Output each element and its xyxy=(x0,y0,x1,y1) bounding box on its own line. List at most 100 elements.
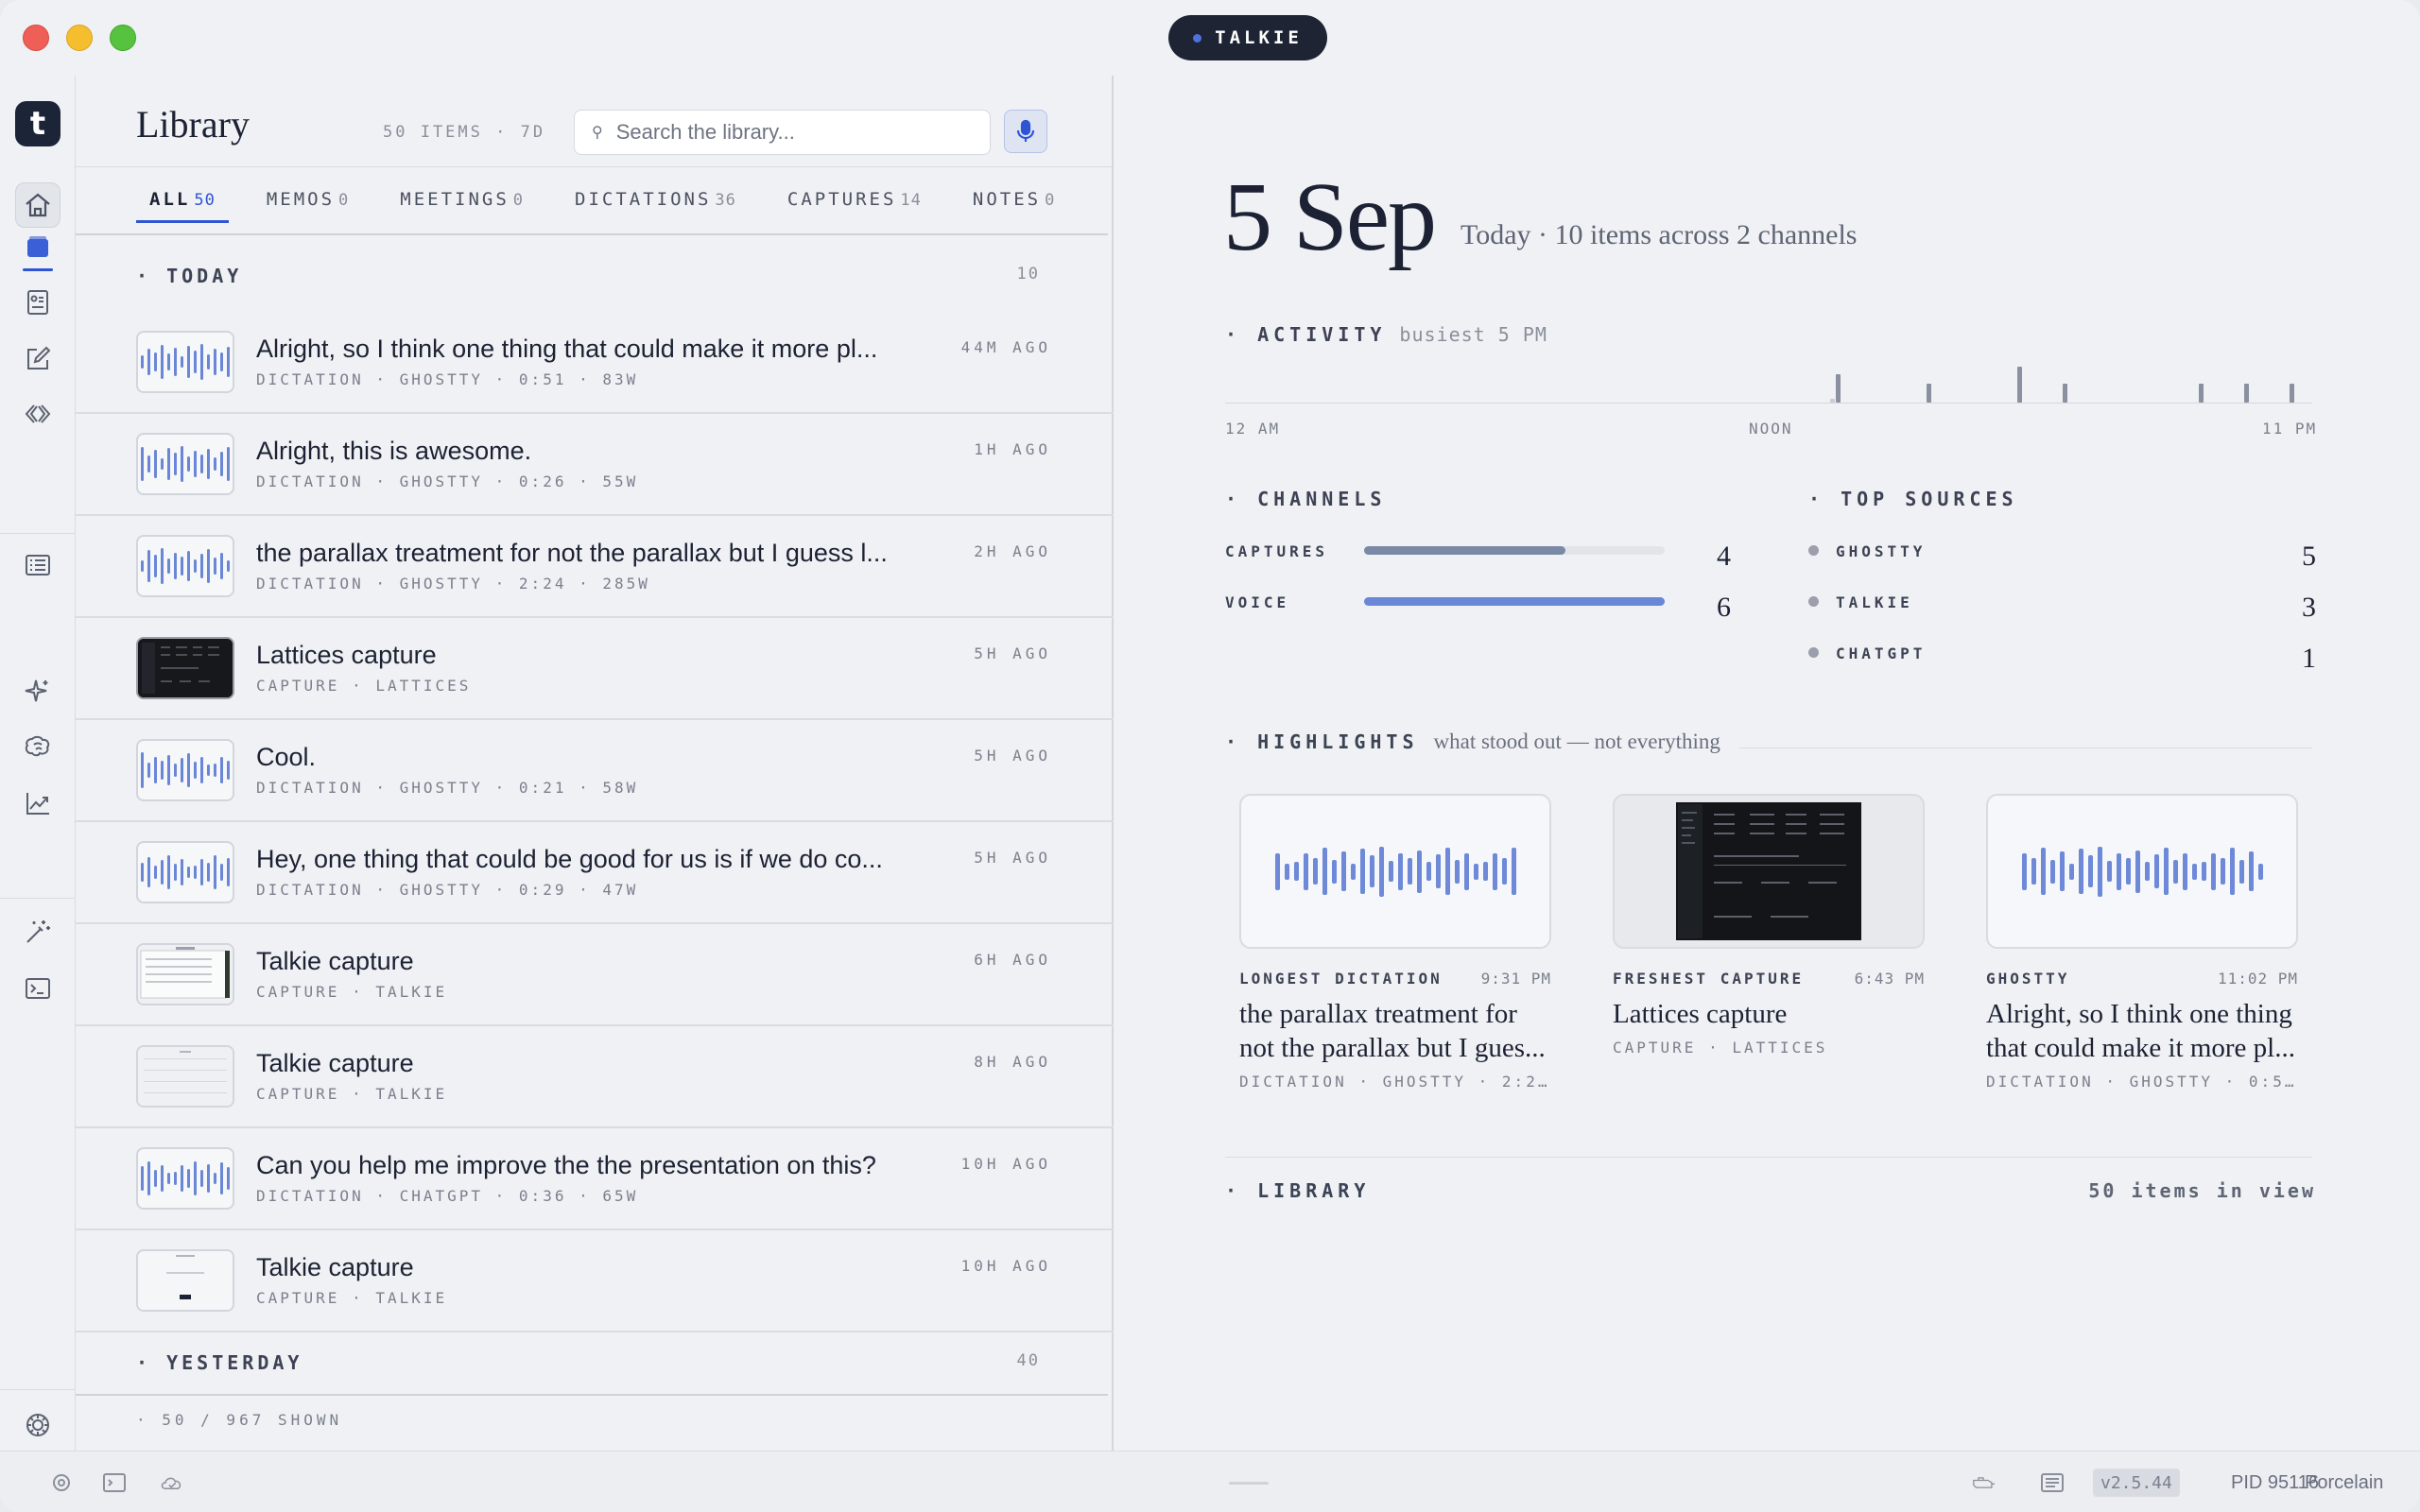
highlight-card[interactable]: GHOSTTY 11:02 PM Alright, so I think one … xyxy=(1986,794,2298,1091)
waveform-icon xyxy=(1274,845,1516,898)
waveform-bar xyxy=(174,864,177,881)
tab-captures[interactable]: CAPTURES 14 xyxy=(774,189,935,219)
compose-icon[interactable] xyxy=(15,336,60,382)
waveform-bar xyxy=(2238,859,2244,884)
channel-bar-fill xyxy=(1364,597,1665,606)
app-title-pill[interactable]: TALKIE xyxy=(1168,15,1327,60)
waveform-bar xyxy=(161,860,164,885)
highlight-card[interactable]: FRESHEST CAPTURE 6:43 PM Lattices capture… xyxy=(1613,794,1925,1057)
tab-meetings[interactable]: MEETINGS 0 xyxy=(387,189,537,219)
waveform-bar xyxy=(187,346,190,378)
tab-notes[interactable]: NOTES 0 xyxy=(959,189,1068,219)
waveform-bar xyxy=(227,447,230,481)
tab-all[interactable]: ALL 50 xyxy=(136,189,229,223)
tab-count: 0 xyxy=(1045,191,1056,210)
console-icon[interactable] xyxy=(100,1469,129,1497)
waveform-bar xyxy=(154,352,157,371)
maximize-window-button[interactable] xyxy=(110,25,136,51)
waveform-bar xyxy=(187,753,190,787)
terminal-icon[interactable] xyxy=(15,966,60,1011)
section-header-today[interactable]: · TODAY 10 xyxy=(136,265,1081,287)
screenshot-preview-icon xyxy=(138,639,233,697)
screenshot-preview-icon xyxy=(138,1047,233,1106)
dictate-search-button[interactable] xyxy=(1004,110,1047,153)
waveform-bar xyxy=(154,555,157,577)
list-item[interactable]: Can you help me improve the the presenta… xyxy=(76,1128,1114,1230)
list-item[interactable]: Cool. DICTATION · GHOSTTY · 0:21 · 58W 5… xyxy=(76,720,1114,822)
activity-bar xyxy=(2063,384,2067,403)
waveform-bar xyxy=(2116,852,2121,890)
library-icon[interactable] xyxy=(15,225,60,270)
activity-bar xyxy=(2244,384,2249,403)
waveform-bar xyxy=(220,352,223,371)
waveform-bar xyxy=(187,867,190,878)
cloud-sync-icon[interactable] xyxy=(155,1469,189,1497)
waveform-bar xyxy=(1482,862,1488,881)
tab-memos[interactable]: MEMOS 0 xyxy=(253,189,362,219)
item-meta: DICTATION · GHOSTTY · 0:51 · 83W xyxy=(256,370,639,388)
waveform-bar xyxy=(2097,846,2102,897)
list-item[interactable]: Lattices capture CAPTURE · LATTICES 5H A… xyxy=(76,618,1114,720)
engine-icon[interactable] xyxy=(1962,1469,2004,1497)
wand-icon[interactable] xyxy=(15,909,60,954)
waveform-bar xyxy=(174,1172,177,1185)
waveform-thumbnail xyxy=(136,841,234,903)
source-dot-icon xyxy=(1808,647,1819,658)
axis-label-start: 12 AM xyxy=(1225,420,1281,438)
channel-count: 6 xyxy=(1717,592,1731,623)
item-time: 5H AGO xyxy=(974,747,1051,765)
brain-icon[interactable] xyxy=(15,724,60,769)
code-icon[interactable] xyxy=(15,391,60,437)
home-icon[interactable] xyxy=(15,182,60,228)
list-item[interactable]: Alright, so I think one thing that could… xyxy=(76,312,1114,414)
waveform-bar xyxy=(141,752,144,788)
waveform-thumbnail xyxy=(136,433,234,495)
list-item[interactable]: the parallax treatment for not the paral… xyxy=(76,516,1114,618)
list-icon[interactable] xyxy=(15,542,60,588)
card-meta: DICTATION · GHOSTTY · 2:2... xyxy=(1239,1073,1551,1091)
list-item[interactable]: Hey, one thing that could be good for us… xyxy=(76,822,1114,924)
list-item[interactable]: Talkie capture CAPTURE · TALKIE 10H AGO xyxy=(76,1230,1114,1332)
item-time: 2H AGO xyxy=(974,542,1051,560)
app-logo[interactable]: t xyxy=(15,101,60,146)
settings-icon[interactable] xyxy=(15,1402,60,1448)
waveform-bar xyxy=(2220,858,2225,885)
theme-name[interactable]: Porcelain xyxy=(2305,1472,2383,1494)
waveform-bar xyxy=(1501,858,1507,885)
waveform-bar xyxy=(2068,863,2074,880)
log-icon[interactable] xyxy=(2038,1469,2066,1497)
section-header-yesterday[interactable]: · YESTERDAY 40 xyxy=(136,1351,1081,1374)
list-item[interactable]: Talkie capture CAPTURE · TALKIE 8H AGO xyxy=(76,1026,1114,1128)
waveform-bar xyxy=(154,866,157,879)
waveform-bar xyxy=(1331,859,1337,884)
close-window-button[interactable] xyxy=(23,25,49,51)
item-meta: CAPTURE · TALKIE xyxy=(256,1085,448,1103)
waveform-bar xyxy=(1426,862,1431,881)
contacts-icon[interactable] xyxy=(15,280,60,325)
tab-dictations[interactable]: DICTATIONS 36 xyxy=(562,189,750,219)
sparkle-icon[interactable] xyxy=(15,669,60,714)
waveform-icon xyxy=(141,1158,230,1199)
search-input[interactable] xyxy=(615,120,957,145)
waveform-bar xyxy=(141,560,144,572)
resize-handle[interactable] xyxy=(1229,1482,1269,1485)
tab-label: DICTATIONS xyxy=(575,189,712,210)
list-item[interactable]: Talkie capture CAPTURE · TALKIE 6H AGO xyxy=(76,924,1114,1026)
top-sources-label: · TOP SOURCES xyxy=(1808,488,2018,510)
tab-label: NOTES xyxy=(972,189,1042,210)
highlight-card[interactable]: LONGEST DICTATION 9:31 PM the parallax tr… xyxy=(1239,794,1551,1091)
rail-divider xyxy=(0,898,76,899)
settings-icon[interactable] xyxy=(47,1469,76,1497)
waveform-bar xyxy=(141,355,144,369)
card-time: 6:43 PM xyxy=(1854,970,1925,988)
tab-label: ALL xyxy=(149,189,191,210)
waveform-bar xyxy=(214,349,216,375)
chart-icon[interactable] xyxy=(15,781,60,826)
waveform-bar xyxy=(167,558,170,574)
waveform-thumbnail xyxy=(136,535,234,597)
minimize-window-button[interactable] xyxy=(66,25,93,51)
search-field[interactable]: ⚲ xyxy=(574,110,991,155)
tab-count: 50 xyxy=(194,191,216,210)
list-item[interactable]: Alright, this is awesome. DICTATION · GH… xyxy=(76,414,1114,516)
library-list: Alright, so I think one thing that could… xyxy=(76,312,1114,1332)
